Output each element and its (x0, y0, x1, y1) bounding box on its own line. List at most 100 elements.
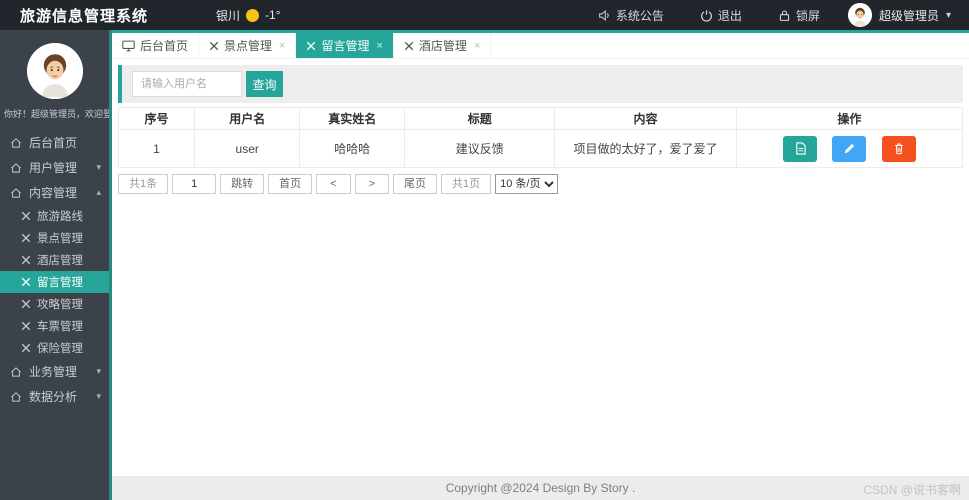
close-icon[interactable]: × (279, 40, 285, 52)
tab-label: 留言管理 (321, 39, 370, 53)
sidebar-item-label: 业务管理 (29, 365, 78, 379)
trash-icon (893, 142, 905, 155)
shuffle-icon (209, 41, 219, 51)
monitor-icon (122, 40, 135, 52)
sidebar-item-label: 景点管理 (37, 233, 83, 245)
messages-table-wrap: 序号 用户名 真实姓名 标题 内容 操作 1 user 哈哈哈 建议反馈 项目做… (118, 107, 964, 168)
sidebar-item-label: 旅游路线 (37, 211, 83, 223)
tab-hotel[interactable]: 酒店管理 × (394, 33, 492, 58)
caret-down-icon: ▾ (96, 162, 101, 172)
sidebar-item-label: 数据分析 (29, 390, 78, 404)
sidebar-item-label: 酒店管理 (37, 255, 83, 267)
messages-table: 序号 用户名 真实姓名 标题 内容 操作 1 user 哈哈哈 建议反馈 项目做… (118, 107, 964, 168)
copyright-text: Copyright @2024 Design By Story . (445, 481, 636, 495)
tab-home[interactable]: 后台首页 (112, 33, 200, 58)
cell-content: 项目做的太好了，爱了爱了 (554, 129, 737, 168)
lock-icon (778, 9, 791, 22)
lock-label: 锁屏 (795, 8, 820, 23)
close-icon[interactable]: × (376, 40, 382, 52)
shuffle-icon (21, 321, 31, 331)
shuffle-icon (404, 41, 414, 51)
avatar (26, 43, 83, 99)
next-page-button[interactable]: > (354, 174, 389, 194)
sidebar-item-scenic[interactable]: 景点管理 (0, 227, 109, 249)
app-title: 旅游信息管理系统 (20, 7, 149, 25)
sidebar-item-label: 车票管理 (37, 321, 83, 333)
cell-realname: 哈哈哈 (299, 129, 406, 168)
caret-down-icon: ▾ (945, 9, 951, 21)
sidebar-item-analytics[interactable]: 数据分析 ▾ (0, 384, 109, 409)
home-icon (10, 162, 22, 174)
tab-messages[interactable]: 留言管理 × (296, 33, 394, 58)
home-icon (10, 366, 22, 378)
sidebar-item-label: 攻略管理 (37, 299, 83, 311)
cell-actions (735, 129, 964, 168)
tab-label: 景点管理 (224, 39, 273, 53)
admin-menu[interactable]: 超级管理员 ▾ (838, 0, 969, 30)
last-page-button[interactable]: 尾页 (393, 174, 437, 194)
announcement-label: 系统公告 (615, 8, 664, 23)
admin-name: 超级管理员 (878, 8, 939, 23)
first-page-button[interactable]: 首页 (268, 174, 313, 194)
sidebar-item-label: 用户管理 (29, 161, 78, 175)
shuffle-icon (21, 211, 31, 221)
col-header-actions: 操作 (735, 107, 964, 130)
pagination: 共1条 跳转 首页 < > 尾页 共1页 10 条/页 (118, 174, 963, 194)
search-button[interactable]: 查询 (246, 71, 283, 97)
col-header-username: 用户名 (193, 107, 301, 130)
pagination-page-count: 共1页 (441, 174, 492, 194)
delete-button[interactable] (881, 135, 916, 162)
sidebar-item-messages[interactable]: 留言管理 (0, 271, 109, 293)
lock-screen-button[interactable]: 锁屏 (760, 0, 838, 30)
col-header-content: 内容 (554, 107, 737, 130)
avatar (847, 3, 872, 27)
tab-bar: 后台首页 景点管理 × 留言管理 × 酒店管理 × (112, 33, 969, 59)
pencil-icon (843, 143, 855, 155)
search-input[interactable] (132, 71, 242, 97)
pagination-total: 共1条 (118, 174, 169, 194)
shuffle-icon (21, 343, 31, 353)
cell-no: 1 (118, 129, 195, 168)
jump-button[interactable]: 跳转 (220, 174, 265, 194)
sidebar-greeting: 你好！超级管理员，欢迎登录 (4, 109, 112, 119)
shuffle-icon (21, 277, 31, 287)
speaker-icon (598, 9, 611, 22)
announcement-button[interactable]: 系统公告 (580, 0, 682, 30)
topbar-actions: 系统公告 退出 锁屏 超级管理员 ▾ (580, 0, 969, 30)
watermark-text: CSDN @说书客啊 (863, 483, 961, 497)
cell-username: user (193, 129, 301, 168)
shuffle-icon (21, 255, 31, 265)
caret-down-icon: ▾ (96, 366, 101, 376)
edit-button[interactable] (832, 135, 867, 162)
logout-button[interactable]: 退出 (682, 0, 760, 30)
home-icon (10, 187, 22, 199)
home-icon (10, 137, 22, 149)
home-icon (10, 391, 22, 403)
per-page-select[interactable]: 10 条/页 (495, 174, 559, 194)
sidebar-item-guides[interactable]: 攻略管理 (0, 293, 109, 315)
shuffle-icon (21, 233, 31, 243)
sidebar-item-tickets[interactable]: 车票管理 (0, 315, 109, 337)
sidebar-item-business[interactable]: 业务管理 ▾ (0, 359, 109, 384)
view-button[interactable] (783, 135, 818, 162)
sidebar-item-users[interactable]: 用户管理 ▾ (0, 155, 109, 180)
col-header-title: 标题 (404, 107, 556, 130)
page-number-input[interactable] (172, 174, 217, 194)
shuffle-icon (21, 299, 31, 309)
sidebar-item-routes[interactable]: 旅游路线 (0, 205, 109, 227)
col-header-realname: 真实姓名 (299, 107, 406, 130)
table-row: 1 user 哈哈哈 建议反馈 项目做的太好了，爱了爱了 (118, 129, 964, 168)
sidebar-item-label: 留言管理 (37, 277, 83, 289)
close-icon[interactable]: × (474, 40, 480, 52)
sidebar-item-insurance[interactable]: 保险管理 (0, 337, 109, 359)
table-header-row: 序号 用户名 真实姓名 标题 内容 操作 (118, 107, 964, 130)
tab-scenic[interactable]: 景点管理 × (199, 33, 297, 58)
search-panel: 查询 (118, 65, 963, 103)
logout-label: 退出 (717, 8, 742, 23)
shuffle-icon (306, 41, 316, 51)
sidebar-item-content[interactable]: 内容管理 ▴ (0, 180, 109, 205)
sidebar-item-hotel[interactable]: 酒店管理 (0, 249, 109, 271)
sidebar-item-home[interactable]: 后台首页 (0, 130, 109, 155)
prev-page-button[interactable]: < (316, 174, 351, 194)
